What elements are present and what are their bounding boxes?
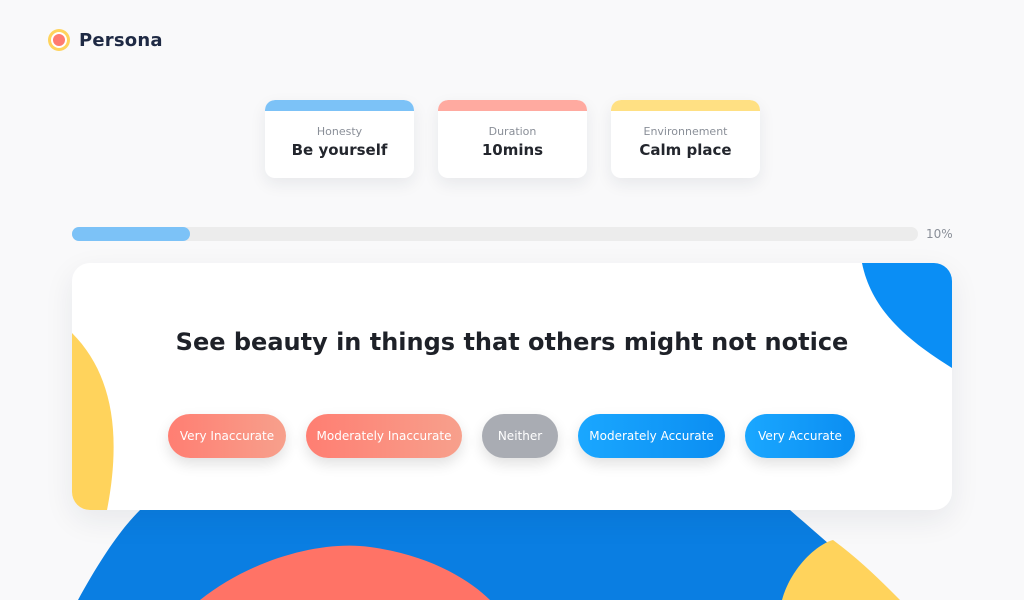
progress-bar — [72, 227, 918, 241]
yellow-side-blob — [72, 333, 114, 510]
neither-button[interactable]: Neither — [482, 414, 558, 458]
blue-background-blob — [78, 510, 890, 600]
panel-decorations — [72, 263, 952, 510]
card-value: Be yourself — [291, 141, 388, 159]
info-card-environment: Environnement Calm place — [611, 100, 760, 178]
card-accent-bar — [611, 100, 760, 111]
question-panel: See beauty in things that others might n… — [72, 263, 952, 510]
card-value: 10mins — [481, 141, 544, 159]
moderately-accurate-button[interactable]: Moderately Accurate — [578, 414, 725, 458]
info-card-duration: Duration 10mins — [438, 100, 587, 178]
question-text: See beauty in things that others might n… — [175, 328, 849, 356]
card-label: Honesty — [316, 125, 363, 138]
progress-fill — [72, 227, 191, 241]
very-accurate-button[interactable]: Very Accurate — [745, 414, 855, 458]
info-card-honesty: Honesty Be yourself — [265, 100, 414, 178]
card-value: Calm place — [639, 141, 732, 159]
card-accent-bar — [438, 100, 587, 111]
brand-name: Persona — [79, 29, 163, 51]
answer-options: Very Inaccurate Moderately Inaccurate Ne… — [168, 414, 855, 458]
very-inaccurate-button[interactable]: Very Inaccurate — [168, 414, 286, 458]
card-accent-bar — [265, 100, 414, 111]
progress-percent-label: 10% — [926, 227, 953, 241]
logo-icon — [48, 29, 70, 51]
logo-inner-dot — [53, 34, 65, 46]
moderately-inaccurate-button[interactable]: Moderately Inaccurate — [306, 414, 462, 458]
info-cards: Honesty Be yourself Duration 10mins Envi… — [265, 100, 760, 178]
app-header: Persona — [48, 29, 163, 51]
card-label: Environnement — [643, 125, 728, 138]
card-label: Duration — [488, 125, 537, 138]
